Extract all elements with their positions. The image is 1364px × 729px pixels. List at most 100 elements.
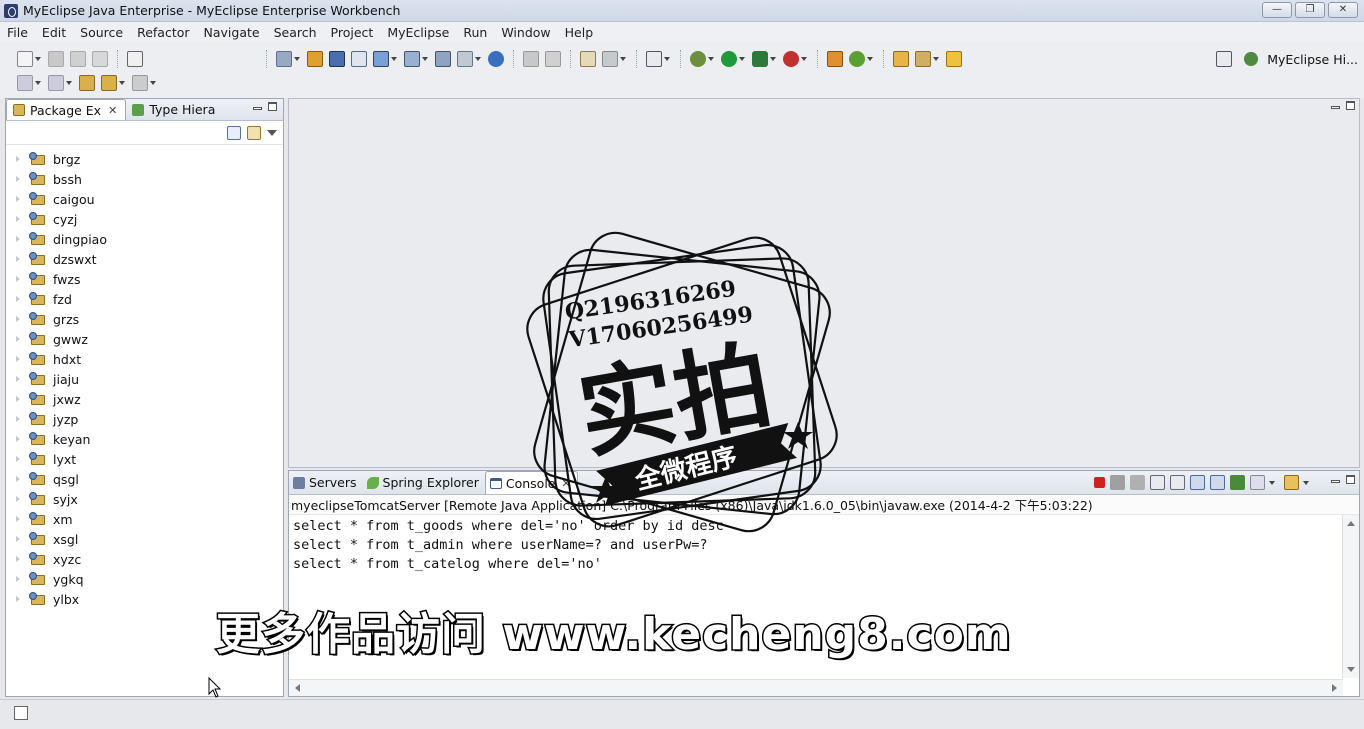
tree-item-xyzc[interactable]: xyzc	[6, 549, 283, 569]
show-on-stdout-icon[interactable]	[1190, 475, 1205, 490]
open-perspective-icon[interactable]	[351, 51, 367, 67]
run-server-dropdown-icon[interactable]	[391, 57, 397, 61]
expand-icon[interactable]	[16, 416, 20, 422]
tree-item-ygkq[interactable]: ygkq	[6, 569, 283, 589]
binary-icon[interactable]	[127, 51, 143, 67]
perspective-label[interactable]: MyEclipse Hi...	[1267, 52, 1358, 67]
menu-run[interactable]: Run	[456, 25, 494, 40]
search-tool-icon[interactable]	[915, 51, 931, 67]
prev-annotation-dropdown-icon[interactable]	[66, 81, 72, 85]
menu-refactor[interactable]: Refactor	[130, 25, 196, 40]
tab-console[interactable]: Console ✕	[484, 471, 578, 494]
web-service-dropdown-icon[interactable]	[620, 57, 626, 61]
tab-spring-explorer[interactable]: Spring Explorer	[363, 471, 485, 494]
menu-edit[interactable]: Edit	[35, 25, 73, 40]
tree-item-bssh[interactable]: bssh	[6, 169, 283, 189]
tab-package-explorer[interactable]: Package Ex ✕	[6, 99, 127, 120]
tree-item-grzs[interactable]: grzs	[6, 309, 283, 329]
open-type-icon[interactable]	[893, 51, 909, 67]
scroll-up-icon[interactable]	[1347, 521, 1355, 526]
tree-item-xm[interactable]: xm	[6, 509, 283, 529]
debug-server-icon[interactable]	[404, 51, 420, 67]
expand-icon[interactable]	[16, 156, 20, 162]
tree-item-dingpiao[interactable]: dingpiao	[6, 229, 283, 249]
terminate-icon[interactable]	[1094, 477, 1105, 488]
minimize-window-button[interactable]: —	[1262, 2, 1292, 18]
next-annotation-dropdown-icon[interactable]	[35, 81, 41, 85]
new-console-icon[interactable]	[646, 51, 662, 67]
run-server-icon[interactable]	[373, 51, 389, 67]
scroll-down-icon[interactable]	[1347, 667, 1355, 672]
expand-icon[interactable]	[16, 376, 20, 382]
expand-icon[interactable]	[16, 196, 20, 202]
tree-item-keyan[interactable]: keyan	[6, 429, 283, 449]
expand-icon[interactable]	[16, 436, 20, 442]
tree-item-caigou[interactable]: caigou	[6, 189, 283, 209]
debug-icon[interactable]	[690, 51, 706, 67]
fast-view-icon[interactable]	[14, 706, 28, 720]
save-icon[interactable]	[48, 51, 64, 67]
menu-project[interactable]: Project	[324, 25, 381, 40]
maximize-console-icon[interactable]	[1346, 475, 1355, 484]
tree-item-jxwz[interactable]: jxwz	[6, 389, 283, 409]
new-java-project-icon[interactable]	[827, 51, 843, 67]
expand-icon[interactable]	[16, 296, 20, 302]
next-annotation-icon[interactable]	[17, 75, 33, 91]
collapse-all-icon[interactable]	[227, 125, 241, 140]
tree-item-dzswxt[interactable]: dzswxt	[6, 249, 283, 269]
menu-file[interactable]: File	[0, 25, 35, 40]
tree-item-brgz[interactable]: brgz	[6, 149, 283, 169]
scroll-right-icon[interactable]	[1332, 684, 1337, 692]
save-all-icon[interactable]	[70, 51, 86, 67]
coverage-dropdown-icon[interactable]	[770, 57, 776, 61]
back-dropdown-icon[interactable]	[119, 81, 125, 85]
back-icon[interactable]	[101, 75, 117, 91]
expand-icon[interactable]	[16, 336, 20, 342]
expand-icon[interactable]	[16, 256, 20, 262]
expand-icon[interactable]	[16, 356, 20, 362]
open-folder-icon[interactable]	[946, 51, 962, 67]
coverage-icon[interactable]	[752, 51, 768, 67]
console-horizontal-scrollbar[interactable]	[289, 679, 1343, 696]
view-menu-icon[interactable]	[267, 129, 277, 136]
menu-window[interactable]: Window	[494, 25, 557, 40]
tree-item-fwzs[interactable]: fwzs	[6, 269, 283, 289]
new-console-dropdown-icon[interactable]	[664, 57, 670, 61]
expand-icon[interactable]	[16, 516, 20, 522]
maximize-view-icon[interactable]	[268, 102, 277, 111]
expand-icon[interactable]	[16, 316, 20, 322]
display-console-dropdown-icon[interactable]	[1269, 480, 1275, 485]
tree-item-gwwz[interactable]: gwwz	[6, 329, 283, 349]
show-on-stderr-icon[interactable]	[1210, 475, 1225, 490]
perspective-switcher[interactable]: MyEclipse Hi...	[1213, 48, 1358, 70]
build-icon[interactable]	[457, 51, 473, 67]
expand-icon[interactable]	[16, 236, 20, 242]
new-class-dropdown-icon[interactable]	[867, 57, 873, 61]
web-project-dropdown-icon[interactable]	[294, 57, 300, 61]
forward-icon[interactable]	[132, 75, 148, 91]
print-icon[interactable]	[92, 51, 108, 67]
expand-icon[interactable]	[16, 476, 20, 482]
web-service-icon[interactable]	[602, 51, 618, 67]
minimize-console-icon[interactable]	[1331, 480, 1340, 483]
expand-icon[interactable]	[16, 456, 20, 462]
forward-dropdown-icon[interactable]	[150, 81, 156, 85]
external-tools-icon[interactable]	[783, 51, 799, 67]
open-perspective-icon[interactable]	[1216, 51, 1233, 67]
prev-annotation-icon[interactable]	[48, 75, 64, 91]
clear-console-icon[interactable]	[1150, 475, 1165, 490]
expand-icon[interactable]	[16, 176, 20, 182]
expand-icon[interactable]	[16, 496, 20, 502]
menu-source[interactable]: Source	[73, 25, 130, 40]
tree-item-jyzp[interactable]: jyzp	[6, 409, 283, 429]
tree-item-xsgl[interactable]: xsgl	[6, 529, 283, 549]
link-with-editor-icon[interactable]	[247, 125, 261, 140]
close-icon[interactable]: ✕	[108, 104, 117, 117]
close-window-button[interactable]: ✕	[1328, 2, 1358, 18]
debug-server-dropdown-icon[interactable]	[422, 57, 428, 61]
console-vertical-scrollbar[interactable]	[1342, 515, 1359, 678]
minimize-view-icon[interactable]	[253, 107, 262, 110]
expand-icon[interactable]	[16, 396, 20, 402]
open-task-icon[interactable]	[580, 51, 596, 67]
package-icon[interactable]	[307, 51, 323, 67]
